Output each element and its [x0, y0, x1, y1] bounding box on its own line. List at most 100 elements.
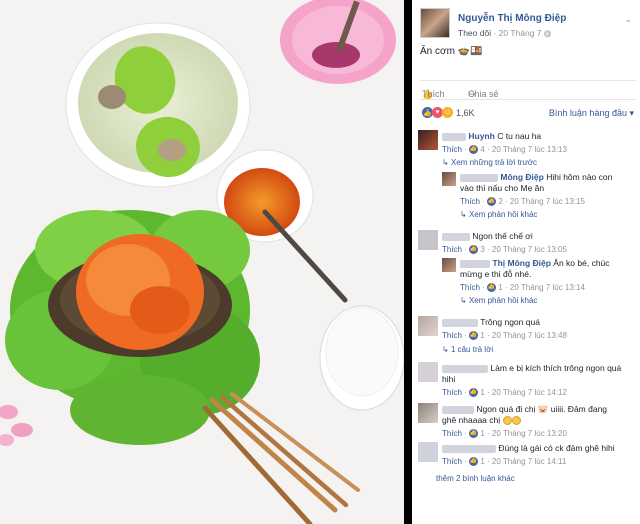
- comment-like-count: 1: [480, 331, 485, 340]
- comment-text: Làm e bị kích thích trông ngon quá: [490, 363, 622, 373]
- comment-time[interactable]: 20 Tháng 7 lúc 13:05: [492, 245, 567, 254]
- like-count-icon: 👍: [469, 457, 479, 467]
- comment-text: Trông ngon quá: [480, 317, 540, 327]
- blurred-name: [442, 364, 488, 373]
- more-comments-link[interactable]: thêm 2 bình luận khác: [436, 474, 515, 483]
- commenter-name[interactable]: Mông Điệp: [500, 172, 543, 182]
- smile-emoji-icon: [511, 416, 521, 426]
- share-action-label: Chia sẻ: [468, 89, 499, 99]
- post-date[interactable]: 20 Tháng 7: [499, 28, 542, 38]
- like-count-icon: 👍: [469, 331, 479, 341]
- comment-time[interactable]: 20 Tháng 7 lúc 14:12: [492, 388, 567, 397]
- comment-item: Đúng là gái có ck đảm ghê hihi Thích · 👍…: [418, 442, 634, 468]
- reply-arrow-icon: ↳: [460, 296, 469, 305]
- comment-time[interactable]: 20 Tháng 7 lúc 13:15: [510, 197, 585, 206]
- follow-link[interactable]: Theo dõi: [458, 28, 491, 38]
- author-name[interactable]: Nguyễn Thị Mông Điệp: [458, 13, 566, 24]
- avatar[interactable]: [418, 316, 438, 336]
- comment-item: Ngon thế chế ơi Thích · 👍 3 · 20 Tháng 7…: [418, 230, 634, 256]
- blurred-name: [460, 173, 498, 182]
- photo-viewer: Nguyễn Thị Mông Điệp Theo dõi · 20 Tháng…: [0, 0, 640, 524]
- like-count-icon: 👍: [487, 283, 497, 293]
- view-more-replies-link[interactable]: Xem phản hồi khác: [469, 296, 538, 305]
- comment-item: Trông ngon quá Thích · 👍 1 · 20 Tháng 7 …: [418, 316, 634, 356]
- blurred-name: [442, 318, 478, 327]
- comment-like-button[interactable]: Thích: [442, 429, 462, 438]
- comment-like-button[interactable]: Thích: [460, 197, 480, 206]
- avatar[interactable]: [418, 362, 438, 382]
- avatar[interactable]: [442, 172, 456, 186]
- comment-like-count: 1: [498, 283, 503, 292]
- comment-item: Làm e bị kích thích trông ngon quá hihi …: [418, 362, 634, 400]
- comments-panel: Nguyễn Thị Mông Điệp Theo dõi · 20 Tháng…: [412, 0, 640, 524]
- like-count-icon: 👍: [469, 245, 479, 255]
- reply-item: Mông Điệp Hihi hôm nào con vào thì nấu c…: [442, 172, 634, 220]
- view-replies-link[interactable]: Xem những trả lời trước: [451, 158, 537, 167]
- comment-time[interactable]: 20 Tháng 7 lúc 13:14: [510, 283, 585, 292]
- reply-arrow-icon: ↳: [460, 210, 469, 219]
- comment-text: C tu nau ha: [497, 131, 542, 141]
- comment-text: Ăn ko bé, chúc: [553, 258, 610, 268]
- post-status-text: Ăn cơm 🍲🍱: [420, 46, 483, 57]
- reaction-count: 1,6K: [456, 108, 475, 118]
- comment-text: Ngon quá đi chị: [476, 404, 536, 414]
- blurred-name: [442, 132, 466, 141]
- post-header: Nguyễn Thị Mông Điệp Theo dõi · 20 Tháng…: [420, 8, 636, 44]
- comment-text-b: uiiii. Đảm đang: [550, 404, 608, 414]
- avatar[interactable]: [418, 403, 438, 423]
- reply-arrow-icon: ↳: [442, 158, 451, 167]
- comment-like-count: 1: [480, 388, 485, 397]
- comment-like-button[interactable]: Thích: [442, 331, 462, 340]
- post-actions-bar: 👍 Thích ↪ Chia sẻ: [420, 80, 636, 100]
- comment-like-count: 1: [480, 457, 485, 466]
- reply-arrow-icon: ↳: [442, 345, 451, 354]
- commenter-name[interactable]: Huynh: [468, 131, 494, 141]
- comment-sort-dropdown[interactable]: Bình luận hàng đầu ▾: [549, 108, 634, 119]
- comment-like-button[interactable]: Thích: [442, 457, 462, 466]
- like-count-icon: 👍: [469, 145, 479, 155]
- comment-item: Ngon quá đi chị 🐷 uiiii. Đảm đang ghê nh…: [418, 403, 634, 439]
- view-more-replies-link[interactable]: Xem phản hồi khác: [469, 210, 538, 219]
- commenter-name[interactable]: Thị Mông Điệp: [492, 258, 551, 268]
- comment-time[interactable]: 20 Tháng 7 lúc 13:48: [492, 331, 567, 340]
- avatar[interactable]: [418, 230, 438, 250]
- comment-like-count: 1: [480, 429, 485, 438]
- comment-like-count: 3: [480, 245, 485, 254]
- avatar[interactable]: [418, 442, 438, 462]
- comment-text: Đúng là gái có ck đảm ghê hihi: [498, 443, 615, 453]
- blurred-name: [442, 405, 474, 414]
- comment-text-cont: vào thì nấu cho Mẹ ăn: [460, 183, 545, 193]
- smile-emoji-icon: [502, 416, 512, 426]
- view-replies-link[interactable]: 1 câu trả lời: [451, 345, 493, 354]
- author-avatar[interactable]: [420, 8, 450, 38]
- blurred-name: [442, 232, 470, 241]
- comment-like-button[interactable]: Thích: [442, 388, 462, 397]
- comment-like-count: 4: [480, 145, 485, 154]
- avatar[interactable]: [418, 130, 438, 150]
- comment-like-button[interactable]: Thích: [442, 145, 462, 154]
- haha-reaction-icon: ☺: [442, 107, 453, 118]
- pig-emoji-icon: 🐷: [537, 404, 549, 414]
- comment-text-cont: ghê nhaaaa chị: [442, 415, 501, 425]
- comment-time[interactable]: 20 Tháng 7 lúc 13:13: [492, 145, 567, 154]
- blurred-name: [442, 444, 496, 453]
- comment-like-button[interactable]: Thích: [442, 245, 462, 254]
- avatar[interactable]: [442, 258, 456, 272]
- post-photo[interactable]: [0, 0, 404, 524]
- comment-time[interactable]: 20 Tháng 7 lúc 14:11: [492, 457, 566, 466]
- privacy-icon: ◍: [543, 28, 552, 38]
- like-count-icon: 👍: [469, 388, 479, 398]
- comment-text: Hihi hôm nào con: [546, 172, 613, 182]
- more-comments-label: thêm 2 bình luận khác: [436, 474, 515, 483]
- comment-like-count: 2: [498, 197, 503, 206]
- comment-text-cont: mừng e thi đỗ nhé.: [460, 269, 532, 279]
- like-action-label: Thích: [422, 89, 445, 99]
- chevron-down-icon[interactable]: ⌄: [624, 14, 632, 25]
- comment-item: Huynh C tu nau ha Thích · 👍 4 · 20 Tháng…: [418, 130, 634, 170]
- reactions-summary[interactable]: 👍 ♥ ☺ 1,6K Bình luận hàng đầu ▾: [420, 104, 636, 124]
- comment-like-button[interactable]: Thích: [460, 283, 480, 292]
- food-photo-illustration: [0, 0, 404, 524]
- comment-text: Ngon thế chế ơi: [472, 231, 533, 241]
- comment-time[interactable]: 20 Tháng 7 lúc 13:20: [492, 429, 567, 438]
- like-count-icon: 👍: [487, 197, 497, 207]
